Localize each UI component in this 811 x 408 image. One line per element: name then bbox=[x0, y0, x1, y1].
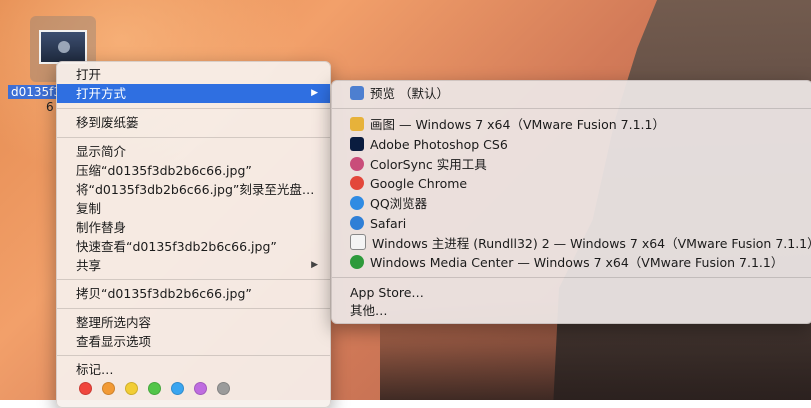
app-label: 画图 — Windows 7 x64（VMware Fusion 7.1.1） bbox=[370, 117, 665, 132]
tag-blue-dot[interactable] bbox=[171, 382, 184, 395]
tag-yellow-dot[interactable] bbox=[125, 382, 138, 395]
menu-item-get-info[interactable]: 显示简介 bbox=[57, 142, 330, 161]
menu-item-duplicate[interactable]: 复制 bbox=[57, 199, 330, 218]
open-with-safari[interactable]: Safari bbox=[332, 214, 811, 233]
menu-item-open[interactable]: 打开 bbox=[57, 65, 330, 84]
app-label: QQ浏览器 bbox=[370, 196, 428, 211]
file-name-label-line2: 6 bbox=[46, 100, 54, 114]
menu-item-open-with[interactable]: 打开方式 ▶ bbox=[57, 84, 330, 103]
media-center-icon bbox=[350, 255, 364, 269]
menu-item-label: 移到废纸篓 bbox=[76, 115, 139, 130]
app-label: ColorSync 实用工具 bbox=[370, 157, 487, 172]
app-label: Google Chrome bbox=[370, 176, 468, 191]
open-with-submenu: 预览 （默认） 画图 — Windows 7 x64（VMware Fusion… bbox=[331, 80, 811, 324]
menu-separator bbox=[332, 277, 811, 278]
tag-purple-dot[interactable] bbox=[194, 382, 207, 395]
open-with-preview[interactable]: 预览 （默认） bbox=[332, 84, 811, 103]
menu-item-copy[interactable]: 拷贝“d0135f3db2b6c66.jpg” bbox=[57, 284, 330, 303]
menu-item-label: 拷贝“d0135f3db2b6c66.jpg” bbox=[76, 286, 252, 301]
submenu-arrow-icon: ▶ bbox=[311, 88, 318, 98]
tag-orange-dot[interactable] bbox=[102, 382, 115, 395]
app-label: Adobe Photoshop CS6 bbox=[370, 137, 508, 152]
menu-item-share[interactable]: 共享 ▶ bbox=[57, 256, 330, 275]
menu-item-label: 打开 bbox=[76, 67, 102, 82]
app-label: 预览 （默认） bbox=[370, 86, 449, 101]
open-with-media-center[interactable]: Windows Media Center — Windows 7 x64（VMw… bbox=[332, 253, 811, 272]
menu-item-clean-up-selection[interactable]: 整理所选内容 bbox=[57, 313, 330, 332]
menu-item-label: 显示简介 bbox=[76, 144, 127, 159]
menu-separator bbox=[57, 137, 330, 138]
menu-item-label: 查看显示选项 bbox=[76, 334, 152, 349]
app-label: Windows Media Center — Windows 7 x64（VMw… bbox=[370, 255, 784, 270]
safari-icon bbox=[350, 216, 364, 230]
menu-item-quick-look[interactable]: 快速查看“d0135f3db2b6c66.jpg” bbox=[57, 237, 330, 256]
colorsync-icon bbox=[350, 157, 364, 171]
tag-green-dot[interactable] bbox=[148, 382, 161, 395]
open-with-windows-host[interactable]: Windows 主进程 (Rundll32) 2 — Windows 7 x64… bbox=[332, 234, 811, 253]
menu-separator bbox=[332, 108, 811, 109]
windows-host-icon bbox=[350, 234, 366, 250]
open-with-paint[interactable]: 画图 — Windows 7 x64（VMware Fusion 7.1.1） bbox=[332, 115, 811, 134]
app-label: Windows 主进程 (Rundll32) 2 — Windows 7 x64… bbox=[372, 236, 811, 251]
open-with-chrome[interactable]: Google Chrome bbox=[332, 174, 811, 193]
submenu-arrow-icon: ▶ bbox=[311, 260, 318, 270]
preview-icon bbox=[350, 86, 364, 100]
context-menu: 打开 打开方式 ▶ 移到废纸篓 显示简介 压缩“d0135f3db2b6c66.j… bbox=[56, 61, 331, 408]
tag-red-dot[interactable] bbox=[79, 382, 92, 395]
open-with-other[interactable]: 其他… bbox=[332, 301, 811, 320]
qq-browser-icon bbox=[350, 196, 364, 210]
app-label: Safari bbox=[370, 216, 407, 231]
open-with-colorsync[interactable]: ColorSync 实用工具 bbox=[332, 155, 811, 174]
menu-item-label: 将“d0135f3db2b6c66.jpg”刻录至光盘… bbox=[76, 182, 315, 197]
menu-separator bbox=[57, 279, 330, 280]
paint-icon bbox=[350, 117, 364, 131]
menu-item-label: 制作替身 bbox=[76, 220, 127, 235]
menu-item-label: 压缩“d0135f3db2b6c66.jpg” bbox=[76, 163, 252, 178]
menu-separator bbox=[57, 108, 330, 109]
open-with-app-store[interactable]: App Store… bbox=[332, 283, 811, 302]
menu-item-label: 整理所选内容 bbox=[76, 315, 152, 330]
menu-separator bbox=[57, 308, 330, 309]
open-with-photoshop[interactable]: Adobe Photoshop CS6 bbox=[332, 135, 811, 154]
tag-gray-dot[interactable] bbox=[217, 382, 230, 395]
menu-item-make-alias[interactable]: 制作替身 bbox=[57, 218, 330, 237]
menu-item-label: 共享 bbox=[76, 258, 102, 273]
menu-item-label: 快速查看“d0135f3db2b6c66.jpg” bbox=[76, 239, 277, 254]
app-label: App Store… bbox=[350, 285, 424, 300]
open-with-qq-browser[interactable]: QQ浏览器 bbox=[332, 194, 811, 213]
menu-item-show-view-options[interactable]: 查看显示选项 bbox=[57, 332, 330, 351]
menu-item-label: 复制 bbox=[76, 201, 102, 216]
chrome-icon bbox=[350, 176, 364, 190]
file-thumbnail bbox=[39, 30, 87, 64]
menu-item-label: 打开方式 bbox=[76, 86, 127, 101]
menu-item-label: 标记… bbox=[76, 362, 114, 377]
menu-item-burn-to-disc[interactable]: 将“d0135f3db2b6c66.jpg”刻录至光盘… bbox=[57, 180, 330, 199]
photoshop-icon bbox=[350, 137, 364, 151]
menu-item-move-to-trash[interactable]: 移到废纸篓 bbox=[57, 113, 330, 132]
menu-item-tags[interactable]: 标记… bbox=[57, 360, 330, 379]
app-label: 其他… bbox=[350, 303, 388, 318]
menu-item-compress[interactable]: 压缩“d0135f3db2b6c66.jpg” bbox=[57, 161, 330, 180]
menu-separator bbox=[57, 355, 330, 356]
